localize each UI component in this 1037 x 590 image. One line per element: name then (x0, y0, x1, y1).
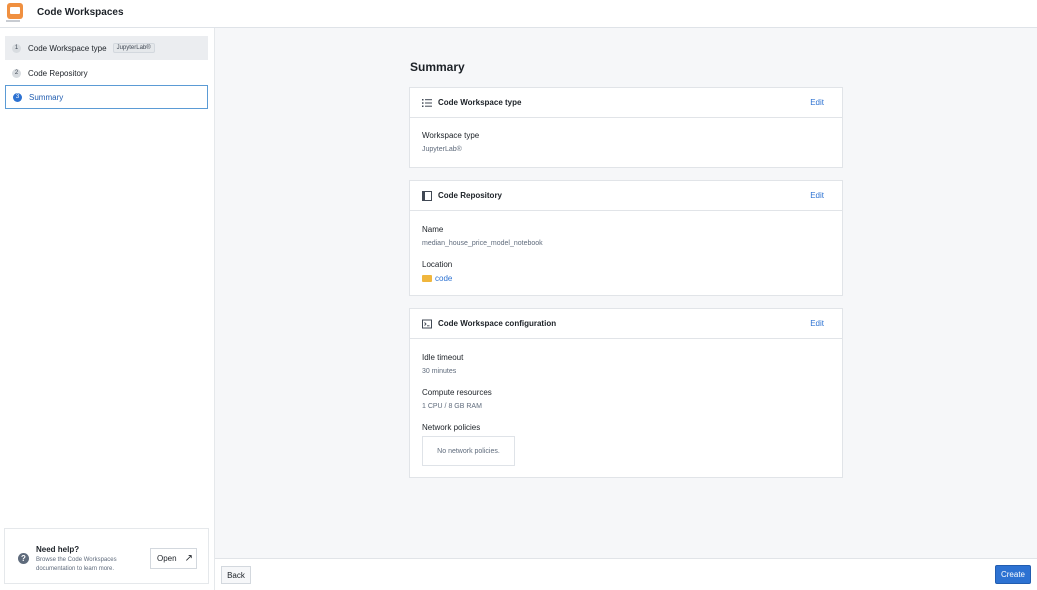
card-title: Code Workspace configuration (438, 319, 557, 328)
app-title: Code Workspaces (37, 7, 124, 18)
workspace-type-label: Workspace type (422, 131, 480, 140)
open-label: Open (157, 554, 177, 563)
create-button[interactable]: Create (995, 565, 1031, 584)
location-value: code (435, 274, 453, 283)
step-label: Code Workspace type (28, 43, 107, 53)
card-title: Code Workspace type (438, 98, 522, 107)
workspace-type-card: Code Workspace type Edit Workspace type … (409, 87, 843, 168)
idle-timeout-label: Idle timeout (422, 353, 464, 362)
card-header: Code Repository Edit (410, 181, 842, 211)
help-title: Need help? (36, 545, 80, 554)
compute-resources-label: Compute resources (422, 388, 492, 397)
workspace-type-value: JupyterLab® (422, 146, 462, 153)
network-policies-label: Network policies (422, 423, 481, 432)
list-icon (422, 99, 432, 107)
main-content: Summary Code Workspace type Edit Workspa… (215, 28, 1037, 558)
step-number: 2 (12, 68, 21, 78)
terminal-window-icon (422, 319, 432, 329)
sidebar-step-code-repository[interactable]: 2 Code Repository (5, 61, 208, 85)
page-title: Summary (410, 60, 465, 74)
code-workspaces-logo-icon (7, 3, 23, 19)
repository-location-link[interactable]: code (422, 274, 452, 283)
logo-underline (6, 20, 20, 22)
back-button[interactable]: Back (221, 566, 251, 584)
edit-repository-link[interactable]: Edit (810, 191, 824, 200)
compute-resources-value: 1 CPU / 8 GB RAM (422, 403, 482, 410)
repository-name-value: median_house_price_model_notebook (422, 240, 543, 247)
open-docs-button[interactable]: Open ↗ (150, 548, 197, 569)
step-label: Summary (29, 92, 64, 102)
card-header: Code Workspace configuration Edit (410, 309, 842, 339)
idle-timeout-value: 30 minutes (422, 368, 457, 375)
edit-configuration-link[interactable]: Edit (810, 319, 824, 328)
step-tag: JupyterLab® (112, 43, 155, 53)
card-title: Code Repository (438, 191, 503, 200)
step-number: 3 (13, 92, 22, 102)
step-label: Code Repository (28, 68, 88, 78)
help-text: Browse the Code Workspaces documentation… (36, 557, 117, 572)
card-header: Code Workspace type Edit (410, 88, 842, 118)
sidebar-step-summary[interactable]: 3 Summary (5, 85, 208, 109)
arrow-up-right-icon: ↗ (184, 553, 193, 564)
repository-name-label: Name (422, 225, 444, 234)
footer-bar: Back Create (215, 558, 1037, 590)
repository-location-label: Location (422, 260, 453, 269)
network-policies-empty-state: No network policies. (422, 436, 515, 466)
help-question-icon: ? (18, 553, 29, 564)
edit-workspace-type-link[interactable]: Edit (810, 98, 824, 107)
workspace-configuration-card: Code Workspace configuration Edit Idle t… (409, 308, 843, 478)
repository-icon (422, 191, 432, 201)
help-box: ? Need help? Browse the Code Workspaces … (4, 528, 209, 584)
folder-icon (422, 275, 432, 282)
step-number: 1 (12, 43, 21, 53)
code-repository-card: Code Repository Edit Name median_house_p… (409, 180, 843, 296)
app-header: Code Workspaces (0, 0, 1037, 28)
sidebar-step-workspace-type[interactable]: 1 Code Workspace type JupyterLab® (5, 36, 208, 60)
sidebar: 1 Code Workspace type JupyterLab® 2 Code… (0, 28, 215, 590)
